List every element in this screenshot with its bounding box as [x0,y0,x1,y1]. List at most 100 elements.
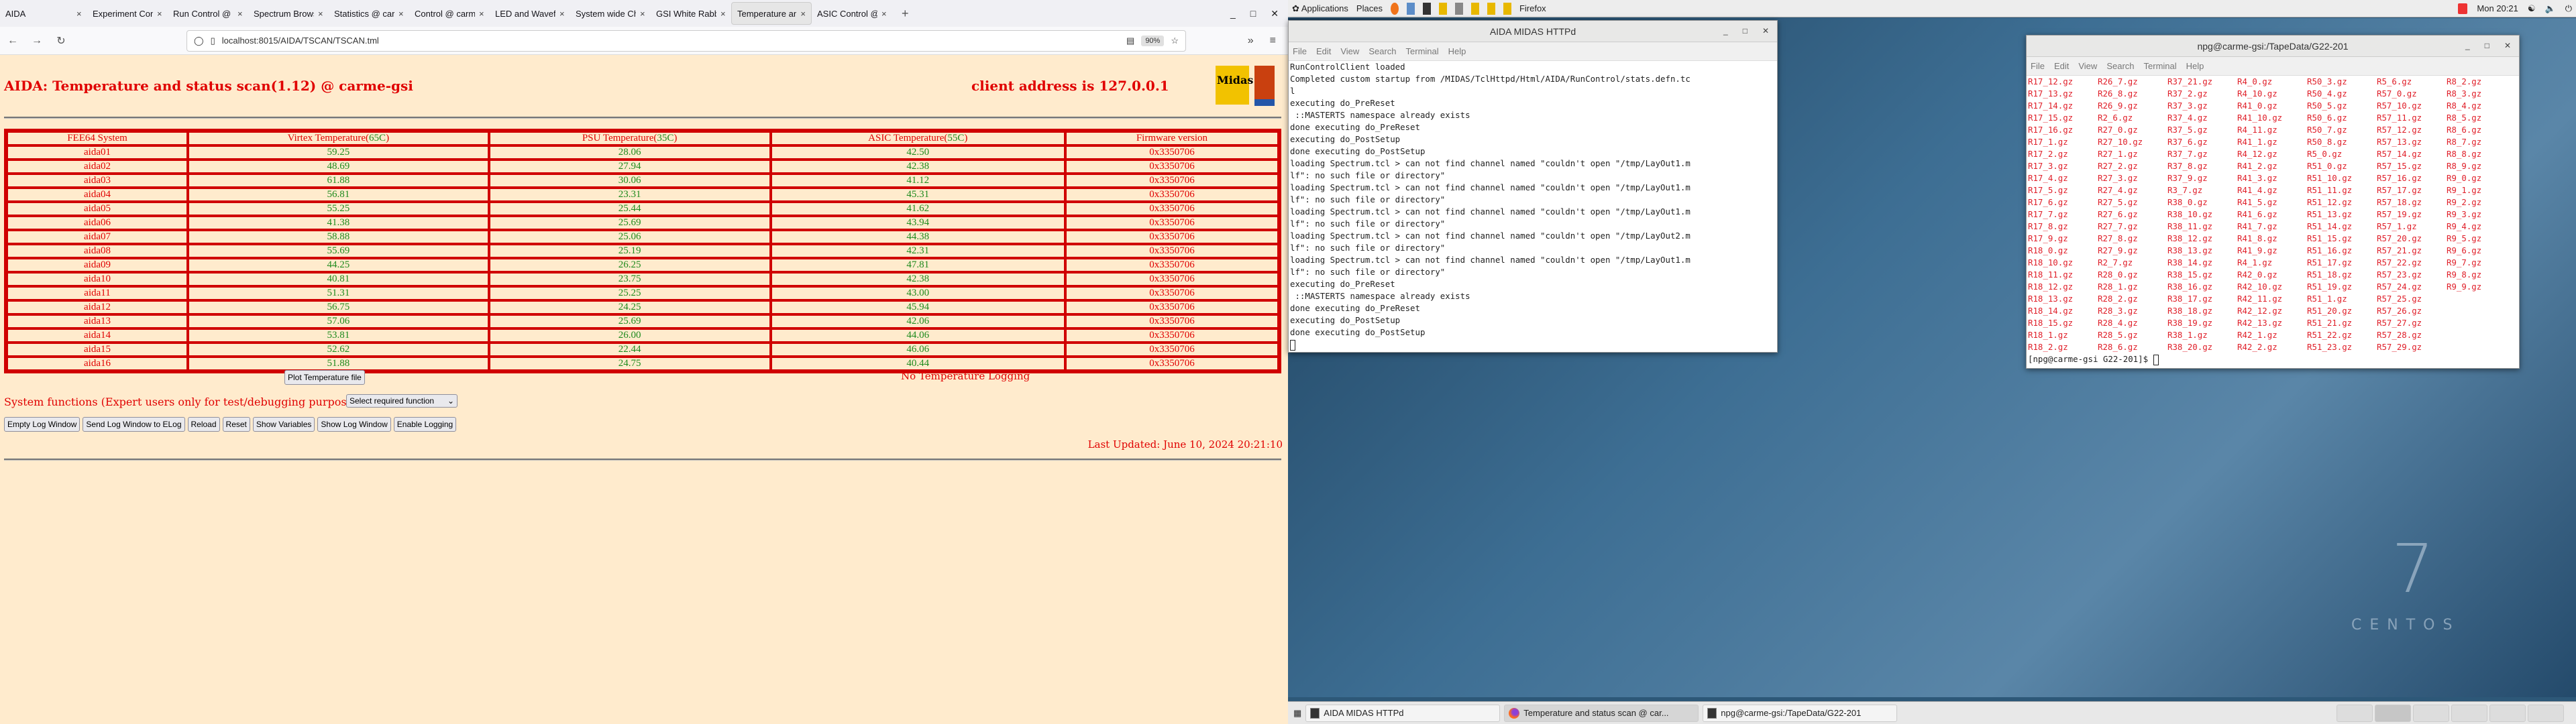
menu-search[interactable]: Search [1368,46,1396,56]
function-select[interactable]: Select required function ⌄ [346,394,458,408]
active-app-label[interactable]: Firefox [1519,3,1546,13]
midas-launcher-icon[interactable] [1503,2,1511,15]
menu-help[interactable]: Help [1448,46,1466,56]
url-bar[interactable]: ◯ ▯ localhost:8015/AIDA/TSCAN/TSCAN.tml … [186,29,1186,52]
tab-close-icon[interactable]: × [479,9,484,19]
menu-terminal[interactable]: Terminal [2144,61,2177,71]
minimize-icon[interactable]: _ [1723,26,1728,36]
workspace-6[interactable] [2528,704,2564,722]
tab-close-icon[interactable]: × [157,9,162,19]
workspace-5[interactable] [2489,704,2526,722]
tab-4[interactable]: Spectrum Browser × [248,0,329,27]
close-icon[interactable]: ✕ [2504,41,2511,50]
tab-6[interactable]: Control @ carme-gsi × [409,0,490,27]
reader-icon[interactable]: ▤ [1126,36,1134,46]
printer-launcher-icon[interactable] [1454,2,1463,15]
terminal-output[interactable]: R17_12.gz R26_7.gz R37_21.gz R4_0.gz R50_3.g… [2027,76,2519,365]
terminal-launcher-icon[interactable] [1422,2,1431,15]
menu-help[interactable]: Help [2186,61,2204,71]
close-icon[interactable]: ✕ [1271,8,1279,19]
show-desktop-icon[interactable]: ▦ [1293,708,1301,719]
places-menu[interactable]: Places [1356,3,1383,13]
taskbar-item[interactable]: AIDA MIDAS HTTPd [1305,704,1501,722]
tab-3[interactable]: Run Control @ carme × [168,0,248,27]
plot-temperature-button[interactable]: Plot Temperature file [284,370,365,385]
tab-2[interactable]: Experiment Control × [87,0,168,27]
hamburger-menu-icon[interactable]: ≡ [1270,35,1276,47]
tab-close-icon[interactable]: × [398,9,404,19]
tab-8[interactable]: System wide Check × [570,0,651,27]
menu-edit[interactable]: Edit [1316,46,1331,56]
zoom-level[interactable]: 90% [1141,35,1165,46]
menu-terminal[interactable]: Terminal [1406,46,1439,56]
midas-launcher-icon[interactable] [1470,2,1479,15]
menu-view[interactable]: View [1340,46,1359,56]
tab-close-icon[interactable]: × [318,9,323,19]
tab-11[interactable]: ASIC Control @ car × [812,0,892,27]
tab-close-icon[interactable]: × [881,9,887,19]
bookmark-star-icon[interactable]: ☆ [1171,36,1179,46]
tab-close-icon[interactable]: × [237,9,243,19]
menu-view[interactable]: View [2078,61,2097,71]
show-log-window-button[interactable]: Show Log Window [317,417,391,432]
maximize-icon[interactable]: □ [2485,41,2489,50]
forward-icon[interactable]: → [31,35,43,47]
applications-menu[interactable]: ✿ Applications [1292,3,1348,14]
new-tab-icon[interactable]: + [902,7,909,21]
tab-7[interactable]: LED and Waveform × [490,0,570,27]
menu-edit[interactable]: Edit [2054,61,2069,71]
screen-record-icon[interactable] [2458,3,2468,14]
reload-button[interactable]: Reload [187,417,220,432]
reload-icon[interactable]: ↻ [55,34,67,48]
terminal-titlebar[interactable]: npg@carme-gsi:/TapeData/G22-201 _ □ ✕ [2027,36,2519,57]
applications-label: Applications [1301,3,1348,13]
midas-launcher-icon[interactable] [1438,2,1447,15]
empty-log-window-button[interactable]: Empty Log Window [4,417,80,432]
power-icon[interactable]: ⏻ [2565,3,2572,14]
terminal-titlebar[interactable]: AIDA MIDAS HTTPd _ □ ✕ [1289,21,1777,42]
send-log-window-to-elog-button[interactable]: Send Log Window to ELog [83,417,185,432]
shell-prompt[interactable]: [npg@carme-gsi G22-201]$ [2028,353,2518,365]
tab-close-icon[interactable]: × [640,9,645,19]
minimize-icon[interactable]: _ [2465,41,2470,50]
tab-close-icon[interactable]: × [720,9,726,19]
workspace-2[interactable] [2375,704,2411,722]
taskbar-item[interactable]: npg@carme-gsi:/TapeData/G22-201 [1703,704,1898,722]
taskbar-item-label: npg@carme-gsi:/TapeData/G22-201 [1721,708,1862,718]
tab-5[interactable]: Statistics @ carme × [329,0,409,27]
file-name: R3_7.gz [2167,185,2203,195]
tab-close-icon[interactable]: × [76,9,82,19]
accessibility-icon[interactable]: ☯ [2528,3,2536,14]
minimize-icon[interactable]: _ [1230,8,1236,19]
menu-search[interactable]: Search [2106,61,2134,71]
terminal-window-httpd[interactable]: AIDA MIDAS HTTPd _ □ ✕ File Edit View Search T… [1288,20,1778,353]
menu-file[interactable]: File [1293,46,1307,56]
files-launcher-icon[interactable] [1406,2,1415,15]
overflow-chevron-icon[interactable]: » [1248,35,1254,47]
maximize-icon[interactable]: □ [1743,26,1748,36]
back-icon[interactable]: ← [7,35,19,47]
workspace-4[interactable] [2451,704,2487,722]
close-icon[interactable]: ✕ [1762,26,1769,36]
menu-file[interactable]: File [2031,61,2045,71]
tab-1[interactable]: AIDA × [0,0,87,27]
terminal-window-tapedata[interactable]: npg@carme-gsi:/TapeData/G22-201 _ □ ✕ File… [2026,35,2520,369]
terminal-output[interactable]: RunControlClient loaded Completed custom … [1289,61,1777,351]
tab-close-icon[interactable]: × [559,9,565,19]
taskbar-item[interactable]: Temperature and status scan @ car... [1504,704,1699,722]
url-text[interactable]: localhost:8015/AIDA/TSCAN/TSCAN.tml [222,36,1120,46]
workspace-1[interactable] [2337,704,2373,722]
tab-9[interactable]: GSI White Rabbit T × [651,0,731,27]
volume-icon[interactable]: 🔈 [2545,3,2556,14]
reset-button[interactable]: Reset [222,417,250,432]
enable-logging-button[interactable]: Enable Logging [393,417,457,432]
tab-close-icon[interactable]: × [800,9,806,19]
shield-icon[interactable]: ◯ [194,36,204,46]
clock[interactable]: Mon 20:21 [2477,3,2518,13]
show-variables-button[interactable]: Show Variables [252,417,315,432]
maximize-icon[interactable]: □ [1250,8,1256,19]
firefox-launcher-icon[interactable] [1390,2,1399,15]
midas-launcher-icon[interactable] [1487,2,1495,15]
tab-10[interactable]: Temperature and status × [731,2,812,25]
workspace-3[interactable] [2413,704,2449,722]
